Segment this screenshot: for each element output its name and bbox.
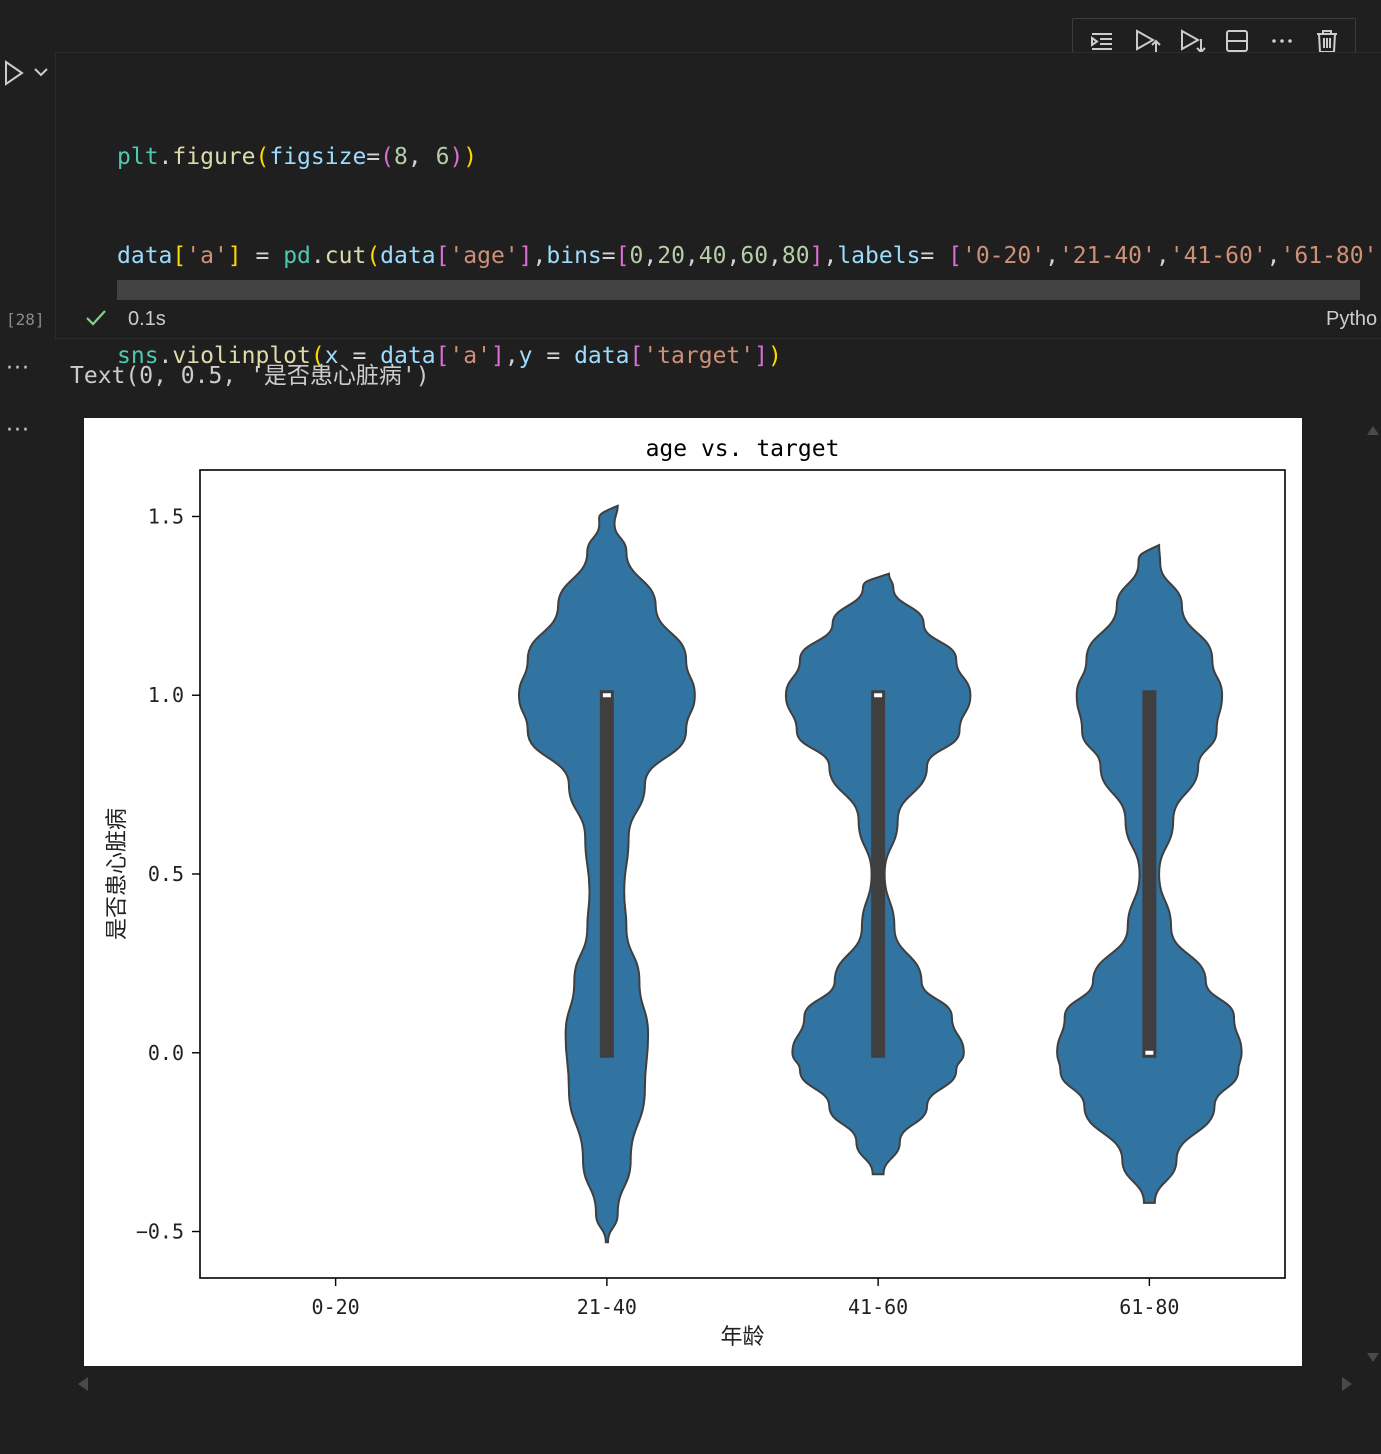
y-tick-label: −0.5 xyxy=(136,1220,184,1244)
plot-output: age vs. target 1.5 1.0 0.5 0.0 −0.5 0-20 21-40 4… xyxy=(84,418,1302,1366)
y-tick-label: 1.0 xyxy=(148,683,184,707)
x-axis-label: 年龄 xyxy=(720,1325,764,1350)
execution-count: [28] xyxy=(6,310,45,329)
check-icon xyxy=(86,310,106,326)
cell-divider xyxy=(55,338,1381,339)
run-by-line-icon xyxy=(1135,29,1161,53)
violin-median xyxy=(874,693,883,698)
y-tick-label: 1.5 xyxy=(148,504,184,528)
violin-box xyxy=(1142,690,1157,1058)
violin-box xyxy=(599,690,614,1058)
scroll-down-arrow-icon[interactable] xyxy=(1366,1352,1380,1364)
chart-title: age vs. target xyxy=(646,436,840,462)
execution-duration: 0.1s xyxy=(128,308,166,330)
output-more-button[interactable]: ··· xyxy=(6,418,30,443)
code-line: plt.figure(figsize=(8, 6)) xyxy=(117,143,478,170)
x-tick-label: 41-60 xyxy=(848,1295,908,1319)
run-below-icon xyxy=(1180,29,1206,54)
scroll-right-arrow-icon[interactable] xyxy=(1340,1376,1354,1392)
scroll-up-arrow-icon[interactable] xyxy=(1366,424,1380,436)
chevron-down-icon[interactable] xyxy=(32,62,50,82)
more-icon xyxy=(1271,39,1292,43)
code-horizontal-scrollbar[interactable] xyxy=(117,280,1360,300)
violin-chart: age vs. target 1.5 1.0 0.5 0.0 −0.5 0-20 21-40 4… xyxy=(105,436,1286,1350)
run-cell-icon[interactable] xyxy=(2,58,28,88)
violin-median xyxy=(602,693,611,698)
code-line: data['a'] = pd.cut(data['age'],bins=[0,2… xyxy=(117,243,1381,270)
y-axis-label: 是否患心脏病 xyxy=(105,808,130,940)
y-tick-label: 0.5 xyxy=(148,862,184,886)
delete-icon xyxy=(1316,30,1337,53)
violin-median xyxy=(1145,1050,1154,1055)
text-output: Text(0, 0.5, '是否患心脏病') xyxy=(70,363,430,389)
violin-box xyxy=(871,690,886,1058)
split-cell-icon xyxy=(1225,30,1248,52)
x-tick-label: 61-80 xyxy=(1119,1295,1179,1319)
x-tick-label: 21-40 xyxy=(577,1295,637,1319)
scroll-left-arrow-icon[interactable] xyxy=(76,1376,90,1392)
y-tick-label: 0.0 xyxy=(148,1041,184,1065)
run-above-icon xyxy=(1090,33,1112,50)
x-tick-label: 0-20 xyxy=(312,1295,360,1319)
output-more-button[interactable]: ··· xyxy=(6,356,30,381)
kernel-language[interactable]: Pytho xyxy=(1326,308,1377,331)
